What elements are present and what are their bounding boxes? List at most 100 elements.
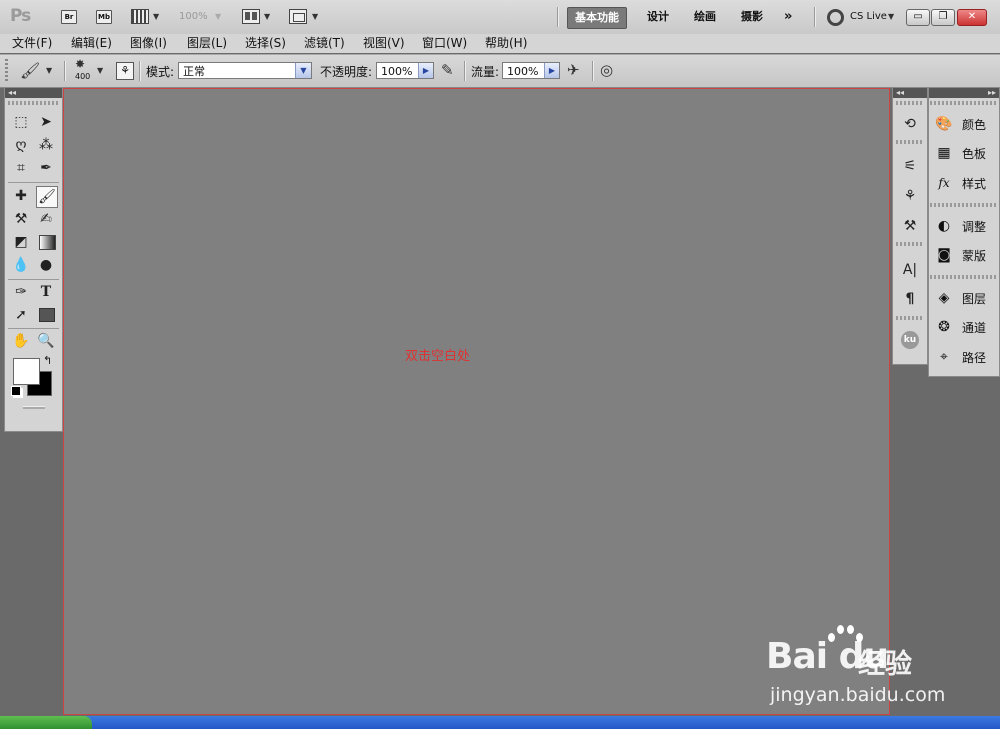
panel-grip[interactable] bbox=[930, 203, 996, 207]
more-workspaces-button[interactable]: » bbox=[777, 7, 799, 27]
character-panel-icon[interactable]: A| bbox=[900, 260, 920, 280]
color-panel-tab[interactable]: 🎨 颜色 bbox=[934, 111, 996, 137]
mode-select[interactable]: 正常 ▼ bbox=[178, 62, 312, 79]
menu-layer[interactable]: 图层(L) bbox=[187, 35, 227, 52]
collapse-dock-icon[interactable]: ▸▸ bbox=[929, 88, 999, 98]
quick-mask-icon[interactable] bbox=[23, 406, 45, 409]
grip-handle[interactable] bbox=[5, 59, 8, 83]
move-tool-icon[interactable]: ➤ bbox=[36, 112, 56, 132]
arrange-documents-icon[interactable] bbox=[242, 9, 260, 24]
shape-tool-icon[interactable] bbox=[39, 308, 55, 322]
restore-button[interactable]: ❐ bbox=[931, 9, 955, 26]
menu-view[interactable]: 视图(V) bbox=[363, 35, 405, 52]
chevron-right-icon[interactable]: ▶ bbox=[544, 63, 559, 78]
styles-panel-tab[interactable]: fx 样式 bbox=[934, 170, 996, 196]
channels-panel-tab[interactable]: ❂ 通道 bbox=[934, 314, 996, 340]
blur-tool-icon[interactable]: 💧 bbox=[11, 255, 31, 275]
separator bbox=[814, 7, 816, 27]
kuler-panel-icon[interactable]: ku bbox=[901, 331, 919, 349]
masks-panel-tab[interactable]: ◙ 蒙版 bbox=[934, 242, 996, 268]
chevron-down-icon[interactable]: ▼ bbox=[97, 66, 103, 75]
menu-window[interactable]: 窗口(W) bbox=[422, 35, 467, 52]
marquee-tool-icon[interactable]: ⬚ bbox=[11, 112, 31, 132]
panel-grip[interactable] bbox=[896, 101, 924, 105]
menu-edit[interactable]: 编辑(E) bbox=[71, 35, 112, 52]
workspace-essentials-button[interactable]: 基本功能 bbox=[567, 7, 627, 29]
chevron-down-icon[interactable]: ▼ bbox=[215, 12, 221, 21]
history-panel-icon[interactable]: ⟲ bbox=[900, 114, 920, 134]
menu-file[interactable]: 文件(F) bbox=[12, 35, 52, 52]
panel-grip[interactable] bbox=[930, 101, 996, 105]
path-selection-tool-icon[interactable]: ➚ bbox=[11, 305, 31, 325]
clone-stamp-tool-icon[interactable]: ⚒ bbox=[11, 209, 31, 229]
chevron-down-icon[interactable]: ▼ bbox=[888, 12, 894, 21]
type-tool-icon[interactable]: T bbox=[36, 282, 56, 302]
dodge-tool-icon[interactable]: ● bbox=[36, 255, 56, 275]
paragraph-panel-icon[interactable]: ¶ bbox=[900, 289, 920, 309]
gradient-tool-icon[interactable] bbox=[39, 235, 56, 250]
layers-panel-tab[interactable]: ◈ 图层 bbox=[934, 285, 996, 311]
panel-grip[interactable] bbox=[930, 275, 996, 279]
workspace-photography-button[interactable]: 摄影 bbox=[734, 7, 770, 27]
mini-bridge-button[interactable]: Mb bbox=[96, 10, 112, 24]
chevron-down-icon[interactable]: ▼ bbox=[312, 12, 318, 21]
swap-colors-icon[interactable]: ↰ bbox=[43, 354, 52, 367]
brush-panel-icon[interactable]: ⚘ bbox=[900, 186, 920, 206]
tablet-pressure-opacity-icon[interactable]: ✎ bbox=[441, 61, 454, 79]
workspace-design-button[interactable]: 设计 bbox=[640, 7, 676, 27]
expand-panel-icon[interactable]: ◂◂ bbox=[893, 88, 927, 98]
close-button[interactable]: ✕ bbox=[957, 9, 987, 26]
menu-bar: 文件(F) 编辑(E) 图像(I) 图层(L) 选择(S) 滤镜(T) 视图(V… bbox=[0, 34, 1000, 53]
zoom-tool-icon[interactable]: 🔍 bbox=[36, 331, 56, 351]
flow-input[interactable]: 100% ▶ bbox=[502, 62, 560, 79]
menu-image[interactable]: 图像(I) bbox=[130, 35, 167, 52]
eyedropper-tool-icon[interactable]: ✒ bbox=[36, 158, 56, 178]
brush-panel-toggle-icon[interactable]: ⚘ bbox=[116, 62, 134, 80]
brush-tip-icon[interactable]: ✸ bbox=[75, 57, 85, 71]
menu-filter[interactable]: 滤镜(T) bbox=[304, 35, 345, 52]
menu-select[interactable]: 选择(S) bbox=[245, 35, 286, 52]
brush-presets-panel-icon[interactable]: ⚟ bbox=[900, 156, 920, 176]
minimize-button[interactable]: ▭ bbox=[906, 9, 930, 26]
collapse-panel-icon[interactable]: ◂◂ bbox=[5, 88, 62, 98]
crop-tool-icon[interactable]: ⌗ bbox=[11, 158, 31, 178]
panel-grip[interactable] bbox=[896, 140, 924, 144]
paths-panel-tab[interactable]: ⌖ 路径 bbox=[934, 344, 996, 370]
chevron-down-icon[interactable]: ▼ bbox=[264, 12, 270, 21]
panel-label: 样式 bbox=[962, 177, 987, 191]
foreground-color-swatch[interactable] bbox=[13, 358, 40, 385]
cs-live-label[interactable]: CS Live bbox=[850, 11, 887, 22]
view-extras-icon[interactable] bbox=[131, 9, 149, 24]
panel-grip[interactable] bbox=[8, 101, 59, 105]
cs-live-icon[interactable] bbox=[827, 9, 844, 26]
healing-brush-tool-icon[interactable]: ✚ bbox=[11, 186, 31, 206]
opacity-input[interactable]: 100% ▶ bbox=[376, 62, 434, 79]
brush-tool-preset-icon[interactable]: 🖌 bbox=[20, 61, 40, 80]
hand-tool-icon[interactable]: ✋ bbox=[11, 331, 31, 351]
bridge-button[interactable]: Br bbox=[61, 10, 77, 24]
tablet-pressure-size-icon[interactable]: ◎ bbox=[600, 61, 613, 79]
airbrush-icon[interactable]: ✈ bbox=[567, 61, 580, 79]
zoom-level[interactable]: 100% bbox=[179, 11, 208, 22]
clone-source-panel-icon[interactable]: ⚒ bbox=[900, 216, 920, 236]
brush-tool-icon[interactable]: 🖌 bbox=[36, 186, 58, 208]
panel-grip[interactable] bbox=[896, 316, 924, 320]
quick-selection-tool-icon[interactable]: ⁂ bbox=[36, 135, 56, 155]
swatches-panel-tab[interactable]: ▦ 色板 bbox=[934, 140, 996, 166]
lasso-tool-icon[interactable]: ღ bbox=[11, 135, 31, 155]
pen-tool-icon[interactable]: ✑ bbox=[11, 282, 31, 302]
default-colors-icon[interactable] bbox=[11, 386, 21, 396]
menu-help[interactable]: 帮助(H) bbox=[485, 35, 527, 52]
chevron-down-icon[interactable]: ▼ bbox=[295, 63, 311, 78]
eraser-tool-icon[interactable]: ◩ bbox=[11, 232, 31, 252]
history-brush-tool-icon[interactable]: ✍ bbox=[36, 209, 56, 229]
adjustments-panel-tab[interactable]: ◐ 调整 bbox=[934, 213, 996, 239]
workspace-painting-button[interactable]: 绘画 bbox=[687, 7, 723, 27]
chevron-right-icon[interactable]: ▶ bbox=[418, 63, 433, 78]
chevron-down-icon[interactable]: ▼ bbox=[153, 12, 159, 21]
chevron-down-icon[interactable]: ▼ bbox=[46, 66, 52, 75]
panel-grip[interactable] bbox=[896, 242, 924, 246]
document-canvas[interactable] bbox=[63, 88, 890, 715]
start-button[interactable] bbox=[0, 716, 92, 729]
screen-mode-icon[interactable] bbox=[289, 9, 307, 24]
